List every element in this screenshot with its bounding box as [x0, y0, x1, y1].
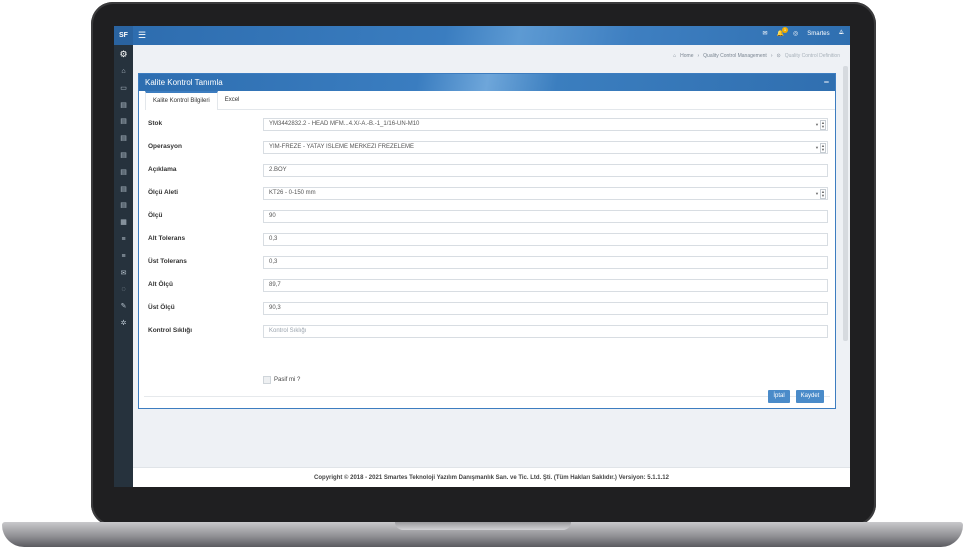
aciklama-input[interactable]: 2.BOY: [263, 164, 828, 177]
stok-select[interactable]: YM3442832.2 - HEAD MFM...4.X/-A.-B.-1_1/…: [263, 118, 828, 131]
breadcrumb-middle[interactable]: Quality Control Management: [703, 53, 767, 59]
row-ust-tolerans: Üst Tolerans 0,3: [148, 256, 828, 269]
row-stok: Stok YM3442832.2 - HEAD MFM...4.X/-A.-B.…: [148, 118, 828, 131]
chat-icon[interactable]: ◌: [114, 282, 133, 299]
olcu-aleti-select[interactable]: KT26 - 0-150 mm ▼ ▲ ▼: [263, 187, 828, 200]
spinner-icon[interactable]: ▲ ▼: [820, 120, 826, 130]
alt-tolerans-input[interactable]: 0,3: [263, 233, 828, 246]
label-olcu: Ölçü: [148, 212, 163, 219]
dashboard-icon[interactable]: ⌂: [114, 64, 133, 81]
document-icon[interactable]: ▤: [114, 114, 133, 131]
label-alt-tolerans: Alt Tolerans: [148, 235, 186, 242]
ust-tolerans-input[interactable]: 0,3: [263, 256, 828, 269]
gear-icon[interactable]: ✲: [114, 316, 133, 333]
share-icon[interactable]: ⟁: [839, 30, 844, 37]
document-icon[interactable]: ▤: [114, 148, 133, 165]
pasif-checkbox-row: Pasif mi ?: [263, 376, 300, 384]
document-icon[interactable]: ▤: [114, 131, 133, 148]
row-operasyon: Operasyon YIM-FREZE - YATAY ISLEME MERKE…: [148, 141, 828, 154]
row-alt-olcu: Alt Ölçü 89,7: [148, 279, 828, 292]
sidebar: ⚙ ⌂ ▭ ▤ ▤ ▤ ▤ ▤ ▤ ▤ ▦ ≡ ≡ ✉ ◌ ✎ ✲: [114, 45, 133, 487]
collapse-icon[interactable]: −: [824, 74, 829, 91]
brand-logo[interactable]: SF: [114, 26, 133, 45]
row-aciklama: Açıklama 2.BOY: [148, 164, 828, 177]
screen: SF ☰ ✉ 🔔 1 ◎ Smartes ⟁ ⚙ ⌂ ▭ ▤ ▤ ▤ ▤ ▤ ▤ …: [114, 26, 850, 487]
menu-icon[interactable]: ☰: [138, 30, 146, 41]
label-operasyon: Operasyon: [148, 143, 182, 150]
pasif-label[interactable]: Pasif mi ?: [274, 377, 300, 383]
spinner-icon[interactable]: ▲ ▼: [820, 143, 826, 153]
label-kontrol-sikligi: Kontrol Sıklığı: [148, 327, 193, 334]
kontrol-sikligi-input[interactable]: Kontrol Sıklığı: [263, 325, 828, 338]
footer: Copyright © 2018 - 2021 Smartes Teknoloj…: [133, 467, 850, 487]
tab-excel[interactable]: Excel: [218, 91, 247, 109]
list-icon[interactable]: ≡: [114, 232, 133, 249]
olcu-input[interactable]: 90: [263, 210, 828, 223]
home-icon: ⌂: [673, 53, 677, 59]
alt-olcu-input[interactable]: 89,7: [263, 279, 828, 292]
topbar-actions: ✉ 🔔 1 ◎ Smartes ⟁: [763, 27, 844, 37]
breadcrumb-current-icon: ⊙: [776, 53, 781, 59]
tab-kalite-kontrol-bilgileri[interactable]: Kalite Kontrol Bilgileri: [145, 91, 218, 110]
panel-header: Kalite Kontrol Tanımla −: [139, 74, 835, 91]
row-ust-olcu: Üst Ölçü 90,3: [148, 302, 828, 315]
laptop-notch: [395, 522, 571, 530]
label-ust-tolerans: Üst Tolerans: [148, 258, 187, 265]
label-olcu-aleti: Ölçü Aleti: [148, 189, 179, 196]
tab-bar: Kalite Kontrol Bilgileri Excel: [145, 91, 835, 110]
pasif-checkbox[interactable]: [263, 376, 271, 384]
cancel-button[interactable]: İptal: [768, 390, 790, 403]
breadcrumb-home[interactable]: Home: [680, 53, 693, 59]
breadcrumb-current: Quality Control Definition: [784, 53, 840, 59]
scrollbar[interactable]: [843, 66, 848, 341]
label-aciklama: Açıklama: [148, 166, 177, 173]
row-kontrol-sikligi: Kontrol Sıklığı Kontrol Sıklığı: [148, 325, 828, 338]
panel-title: Kalite Kontrol Tanımla: [145, 78, 223, 87]
operasyon-select[interactable]: YIM-FREZE - YATAY ISLEME MERKEZI FREZELE…: [263, 141, 828, 154]
ust-olcu-input[interactable]: 90,3: [263, 302, 828, 315]
document-icon[interactable]: ▤: [114, 198, 133, 215]
breadcrumb: ⌂ Home › Quality Control Management › ⊙ …: [673, 53, 840, 59]
document-icon[interactable]: ▤: [114, 98, 133, 115]
bell-icon[interactable]: 🔔 1: [777, 27, 789, 37]
label-stok: Stok: [148, 120, 163, 127]
notification-badge: 1: [782, 27, 789, 33]
calendar-icon[interactable]: ▦: [114, 215, 133, 232]
row-olcu: Ölçü 90: [148, 210, 828, 223]
save-button[interactable]: Kaydet: [796, 390, 824, 403]
label-alt-olcu: Alt Ölçü: [148, 281, 173, 288]
spinner-icon[interactable]: ▲ ▼: [820, 189, 826, 199]
row-olcu-aleti: Ölçü Aleti KT26 - 0-150 mm ▼ ▲ ▼: [148, 187, 828, 200]
pen-icon[interactable]: ✎: [114, 299, 133, 316]
user-name[interactable]: Smartes: [807, 31, 829, 37]
topbar: SF ☰ ✉ 🔔 1 ◎ Smartes ⟁: [114, 26, 850, 45]
mail-icon[interactable]: ✉: [114, 266, 133, 283]
logo-icon[interactable]: ⚙: [114, 45, 133, 64]
label-ust-olcu: Üst Ölçü: [148, 304, 175, 311]
document-icon[interactable]: ▤: [114, 182, 133, 199]
divider: [144, 396, 830, 397]
user-icon[interactable]: ◎: [793, 30, 798, 37]
form-panel: Kalite Kontrol Tanımla − Kalite Kontrol …: [138, 73, 836, 409]
row-alt-tolerans: Alt Tolerans 0,3: [148, 233, 828, 246]
document-icon[interactable]: ▤: [114, 165, 133, 182]
chat-icon[interactable]: ✉: [763, 30, 768, 37]
monitor-icon[interactable]: ▭: [114, 81, 133, 98]
list-icon[interactable]: ≡: [114, 249, 133, 266]
